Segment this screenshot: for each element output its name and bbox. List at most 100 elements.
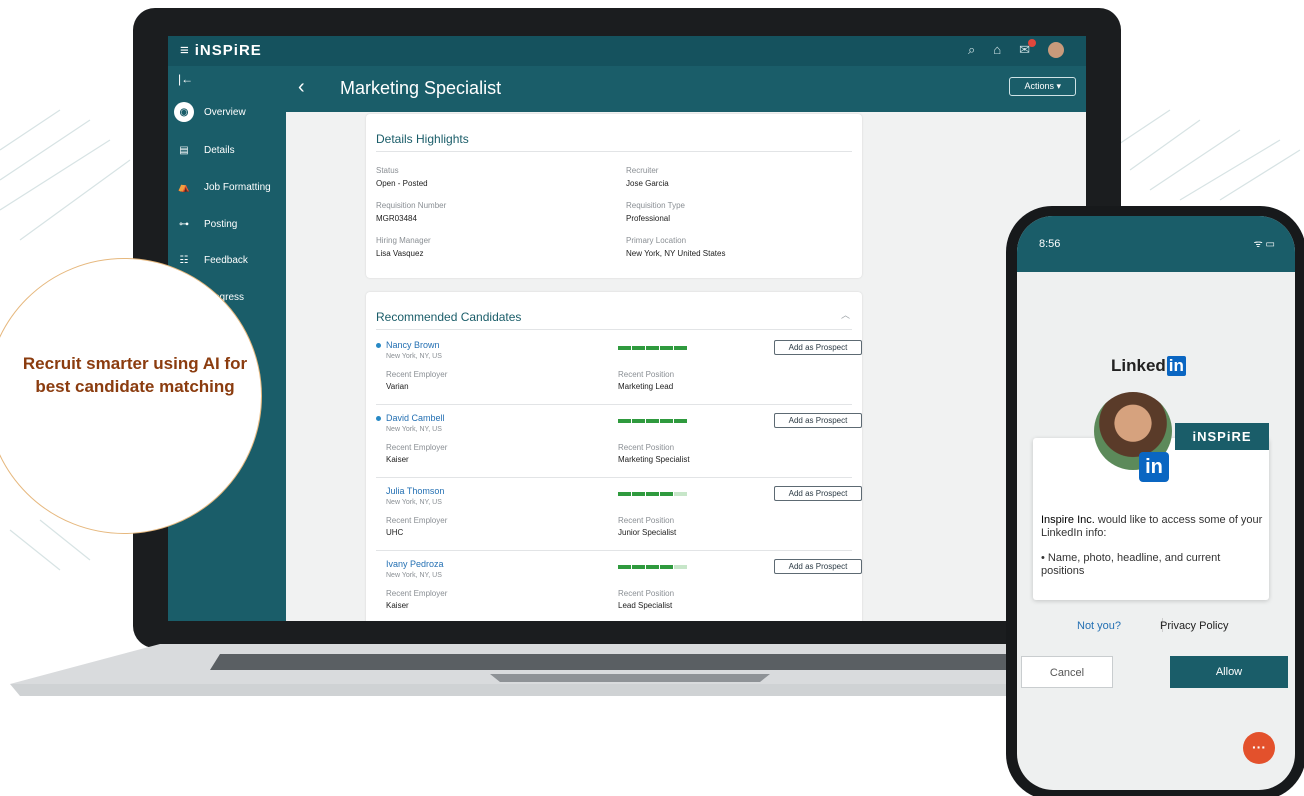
recent-employer-label: Recent Employer [386, 516, 448, 525]
feedback-icon: ☷ [179, 254, 189, 266]
match-segment [618, 492, 631, 496]
candidate-name[interactable]: Julia Thomson [386, 486, 444, 496]
match-segment [674, 492, 687, 496]
match-score-meter [618, 492, 687, 496]
search-icon[interactable]: ⌕ [968, 42, 975, 58]
sidebar-item-label: Overview [204, 106, 246, 118]
collapse-card-icon[interactable]: ︿ [841, 308, 850, 321]
phone-screen: 8:56 ᯤ ▭ Linked in Inspire Inc. would lik… [1017, 216, 1295, 790]
sidebar-item-label: Details [204, 144, 235, 156]
promo-stage: ≡ iNSPiRE ⌕ ⌂ ✉ |← ◉ Overview ▤ Details ⛺ Jo… [0, 0, 1304, 796]
match-segment [632, 565, 645, 569]
candidate-name[interactable]: Ivany Pedroza [386, 559, 444, 569]
add-as-prospect-button[interactable]: Add as Prospect [774, 340, 862, 355]
candidates-title: Recommended Candidates [376, 310, 522, 324]
cancel-button[interactable]: Cancel [1021, 656, 1113, 688]
match-segment [660, 492, 673, 496]
match-segment [632, 346, 645, 350]
sidebar-item-details[interactable]: ▤ Details [174, 138, 235, 162]
back-icon[interactable]: ‹ [298, 76, 305, 99]
inspire-tag: iNSPiRE [1175, 423, 1269, 450]
match-segment [618, 346, 631, 350]
match-score-meter [618, 346, 687, 350]
candidate-row: David Cambell New York, NY, US Recent Empl… [366, 411, 862, 484]
candidate-location: New York, NY, US [386, 572, 442, 579]
home-icon[interactable]: ⌂ [993, 42, 1001, 58]
match-segment [618, 419, 631, 423]
sidebar-item-job-formatting[interactable]: ⛺ Job Formatting [174, 175, 271, 199]
consent-text: Inspire Inc. would like to access some o… [1041, 514, 1263, 540]
sidebar-item-label: Job Formatting [204, 181, 271, 193]
sidebar-item-feedback[interactable]: ☷ Feedback [174, 248, 248, 272]
recent-position-value: Junior Specialist [618, 528, 677, 537]
consent-company: Inspire Inc. [1041, 514, 1095, 526]
linkedin-badge-icon: in [1139, 452, 1169, 482]
divider [376, 329, 852, 330]
page-title: Marketing Specialist [340, 78, 502, 98]
phone-time: 8:56 [1039, 238, 1061, 250]
linkedin-logo: Linked in [1111, 356, 1186, 376]
add-as-prospect-button[interactable]: Add as Prospect [774, 559, 862, 574]
recruiter-value: Jose Garcia [626, 179, 669, 188]
recent-position-value: Marketing Specialist [618, 455, 690, 464]
candidate-name[interactable]: David Cambell [386, 413, 445, 423]
recent-position-label: Recent Position [618, 589, 675, 598]
overview-icon: ◉ [174, 102, 194, 122]
user-avatar[interactable] [1048, 42, 1064, 58]
match-segment [660, 346, 673, 350]
requisition-number-value: MGR03484 [376, 214, 417, 223]
new-candidate-dot [376, 416, 381, 421]
recent-position-value: Marketing Lead [618, 382, 674, 391]
requisition-type-value: Professional [626, 214, 671, 223]
candidate-location: New York, NY, US [386, 426, 442, 433]
candidate-name[interactable]: Nancy Brown [386, 340, 440, 350]
notification-icon[interactable]: ✉ [1019, 39, 1036, 58]
linkedin-word: Linked [1111, 356, 1166, 375]
candidates-card: Recommended Candidates ︿ Nancy Brown New … [366, 292, 862, 621]
match-segment [674, 565, 687, 569]
recruiter-label: Recruiter [626, 166, 659, 175]
new-candidate-dot [376, 343, 381, 348]
brand-name: iNSPiRE [194, 42, 262, 59]
chat-icon[interactable]: ··· [1243, 732, 1275, 764]
match-segment [674, 346, 687, 350]
linkedin-in-mark: in [1166, 356, 1186, 376]
recent-position-value: Lead Specialist [618, 601, 673, 610]
privacy-policy-link[interactable]: Privacy Policy [1160, 620, 1228, 632]
details-card: Details Highlights Status Open - Posted … [366, 114, 862, 278]
recent-employer-label: Recent Employer [386, 370, 448, 379]
divider [376, 550, 852, 551]
match-segment [632, 492, 645, 496]
candidate-row: Ivany Pedroza New York, NY, US Recent Empl… [366, 557, 862, 621]
match-score-meter [618, 419, 687, 423]
app-brand[interactable]: ≡ iNSPiRE [180, 42, 262, 59]
divider [376, 151, 852, 152]
notification-badge [1028, 39, 1036, 47]
not-you-link[interactable]: Not you? [1077, 620, 1121, 632]
requisition-number-label: Requisition Number [376, 201, 447, 210]
requisition-type-label: Requisition Type [626, 201, 685, 210]
recent-employer-value: Kaiser [386, 455, 409, 464]
add-as-prospect-button[interactable]: Add as Prospect [774, 413, 862, 428]
page-header: ‹ Marketing Specialist Actions ▾ [286, 66, 1086, 112]
match-segment [660, 565, 673, 569]
posting-icon: ⊶ [179, 218, 189, 230]
sidebar-item-label: Posting [204, 218, 238, 230]
sidebar-item-posting[interactable]: ⊶ Posting [174, 212, 237, 236]
hamburger-icon[interactable]: ≡ [180, 42, 190, 59]
recent-position-label: Recent Position [618, 516, 675, 525]
candidate-row: Nancy Brown New York, NY, US Recent Employ… [366, 338, 862, 411]
match-segment [660, 419, 673, 423]
collapse-sidebar-icon[interactable]: |← [178, 72, 193, 86]
recent-employer-value: Kaiser [386, 601, 409, 610]
sidebar-item-overview[interactable]: ◉ Overview [174, 100, 246, 124]
callout-text: Recruit smarter using AI for best candid… [22, 354, 248, 396]
divider [376, 477, 852, 478]
top-bar: ≡ iNSPiRE ⌕ ⌂ ✉ [168, 36, 1086, 66]
job-formatting-icon: ⛺ [177, 181, 191, 193]
add-as-prospect-button[interactable]: Add as Prospect [774, 486, 862, 501]
actions-button[interactable]: Actions ▾ [1009, 77, 1076, 96]
allow-button[interactable]: Allow [1170, 656, 1288, 688]
phone-status-bar: 8:56 ᯤ ▭ [1017, 216, 1295, 272]
recent-employer-label: Recent Employer [386, 443, 448, 452]
